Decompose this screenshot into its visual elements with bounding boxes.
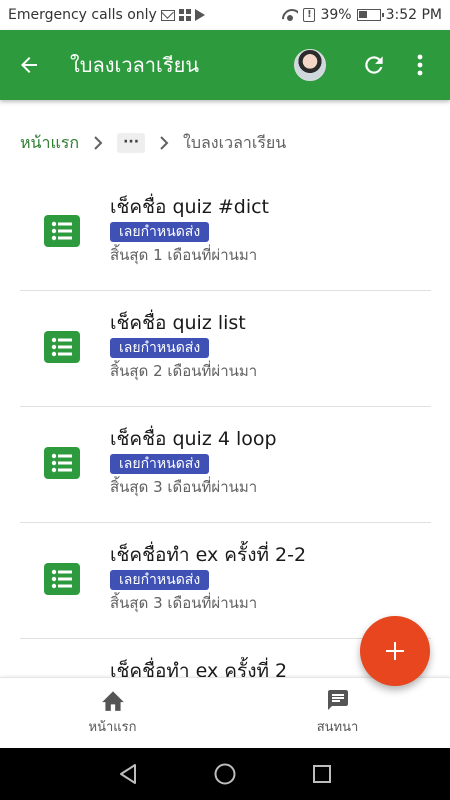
avatar[interactable] — [294, 49, 326, 81]
item-title: เช็คชื่อ quiz #dict — [110, 196, 269, 218]
chat-icon — [327, 690, 348, 710]
nav-chat[interactable]: สนทนา — [225, 678, 450, 747]
system-back-button[interactable] — [113, 759, 143, 789]
list-doc-icon — [44, 447, 80, 479]
page-title: ใบลงเวลาเรียน — [70, 53, 200, 77]
status-badge: เลยกำหนดส่ง — [110, 570, 210, 590]
circle-home-icon — [214, 763, 236, 785]
nav-chat-label: สนทนา — [316, 720, 359, 735]
item-subtitle: สิ้นสุด 3 เดือนที่ผ่านมา — [110, 594, 258, 612]
arrow-back-icon — [21, 57, 37, 73]
breadcrumb: หน้าแรก ··· ใบลงเวลาเรียน — [20, 128, 286, 158]
system-recents-button[interactable] — [307, 759, 337, 789]
list-item[interactable]: เช็คชื่อ quiz 4 loop เลยกำหนดส่ง สิ้นสุด… — [20, 407, 431, 523]
chevron-right-icon — [93, 136, 103, 150]
list-item[interactable]: เช็คชื่อ quiz list เลยกำหนดส่ง สิ้นสุด 2… — [20, 291, 431, 407]
list-doc-icon — [44, 563, 80, 595]
refresh-button[interactable] — [354, 45, 394, 85]
alert-icon: ! — [303, 8, 316, 22]
play-store-icon — [194, 9, 205, 21]
plus-icon — [386, 642, 404, 660]
breadcrumb-current: ใบลงเวลาเรียน — [183, 132, 287, 152]
wifi-icon — [282, 9, 298, 21]
more-vert-icon — [417, 54, 423, 76]
item-title: เช็คชื่อทำ ex ครั้งที่ 2-2 — [110, 544, 307, 566]
square-recents-icon — [312, 765, 331, 783]
status-bar: Emergency calls only ! 39% 3:52 PM — [0, 0, 450, 30]
mail-icon — [160, 9, 175, 21]
nav-home-label: หน้าแรก — [88, 720, 137, 735]
back-button[interactable] — [0, 30, 58, 100]
battery-icon — [356, 9, 384, 21]
refresh-icon — [365, 56, 383, 74]
clock: 3:52 PM — [385, 7, 442, 23]
status-badge: เลยกำหนดส่ง — [110, 338, 210, 358]
item-subtitle: สิ้นสุด 2 เดือนที่ผ่านมา — [110, 362, 258, 380]
list-item[interactable]: เช็คชื่อ quiz #dict เลยกำหนดส่ง สิ้นสุด … — [20, 175, 431, 291]
triangle-back-icon — [120, 764, 137, 784]
item-subtitle: สิ้นสุด 1 เดือนที่ผ่านมา — [110, 246, 258, 264]
add-button[interactable] — [360, 616, 430, 686]
system-home-button[interactable] — [210, 759, 240, 789]
item-title: เช็คชื่อ quiz list — [110, 312, 246, 334]
carrier-text: Emergency calls only — [8, 7, 157, 23]
breadcrumb-ellipsis[interactable]: ··· — [117, 133, 146, 153]
list-doc-icon — [44, 331, 80, 363]
list-item[interactable]: เช็คชื่อทำ ex ครั้งที่ 2-2 เลยกำหนดส่ง ส… — [20, 523, 431, 639]
status-badge: เลยกำหนดส่ง — [110, 222, 210, 242]
chevron-right-icon — [159, 136, 169, 150]
more-options-button[interactable] — [408, 45, 432, 85]
battery-percent: 39% — [320, 7, 352, 23]
app-bar: ใบลงเวลาเรียน — [0, 30, 450, 100]
item-subtitle: สิ้นสุด 3 เดือนที่ผ่านมา — [110, 478, 258, 496]
list-doc-icon — [44, 215, 80, 247]
breadcrumb-home[interactable]: หน้าแรก — [20, 131, 79, 156]
grid-icon — [178, 9, 191, 21]
nav-home[interactable]: หน้าแรก — [0, 678, 225, 747]
home-icon — [101, 691, 124, 711]
item-title: เช็คชื่อ quiz 4 loop — [110, 428, 277, 450]
status-badge: เลยกำหนดส่ง — [110, 454, 210, 474]
bottom-navigation: หน้าแรก สนทนา — [0, 677, 450, 747]
system-navigation-bar — [0, 748, 450, 800]
